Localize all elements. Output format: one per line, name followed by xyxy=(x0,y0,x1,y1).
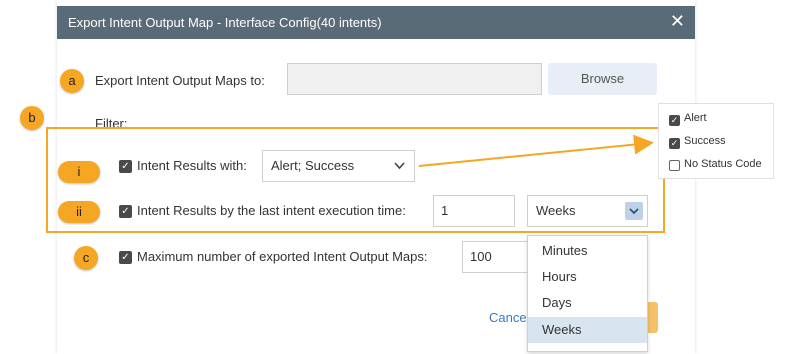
annotation-arrow xyxy=(418,134,654,167)
